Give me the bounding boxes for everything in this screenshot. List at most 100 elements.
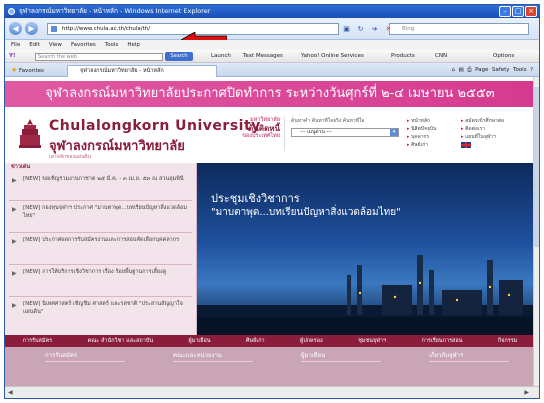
link-students[interactable]: นิสิตปัจจุบัน xyxy=(407,125,436,133)
home-icon[interactable]: ⌂ xyxy=(451,67,455,73)
subnav-about[interactable]: เกี่ยวกับจุฬาฯ xyxy=(429,350,463,360)
compat-icon[interactable]: ▣ xyxy=(341,23,352,35)
nav-admission[interactable]: การรับสมัคร xyxy=(23,335,52,347)
browser-window: จุฬาลงกรณ์มหาวิทยาลัย - หน้าหลัก - Windo… xyxy=(4,4,540,399)
nav-community[interactable]: ชุมชนจุฬาฯ xyxy=(358,335,386,347)
toolbar-launch[interactable]: Launch xyxy=(211,50,231,63)
news-text: [NEW] กองทุนจุฬาฯ ประกาศ "มาบตาพุด...บทเ… xyxy=(23,205,187,219)
window-controls: – □ × xyxy=(499,6,537,17)
subnav-visitors[interactable]: ผู้มาเยือน xyxy=(301,350,325,360)
nav-visitors[interactable]: ผู้มาเยือน xyxy=(188,335,210,347)
subnav-faculties[interactable]: คณะและหน่วยงาน xyxy=(173,350,222,360)
cmd-safety[interactable]: Safety xyxy=(492,67,510,73)
promo-line2: ต้นคิดหนี้ xyxy=(248,124,280,133)
refresh-icon[interactable]: ↻ xyxy=(355,23,366,35)
web-page: จุฬาลงกรณ์มหาวิทยาลัยประกาศปิดทำการ ระหว… xyxy=(5,77,535,388)
news-item[interactable]: ▶ [NEW] ประกาศผลการรับสมัครงานและการสอบค… xyxy=(9,236,192,265)
title-bar: จุฬาลงกรณ์มหาวิทยาลัย - หน้าหลัก - Windo… xyxy=(5,5,539,18)
star-icon: ★ xyxy=(11,66,18,74)
yahoo-search-button[interactable]: Search xyxy=(165,52,193,61)
toolbar-options[interactable]: Options xyxy=(493,50,514,63)
maximize-button[interactable]: □ xyxy=(512,6,524,17)
toolbar-products[interactable]: Products xyxy=(391,50,415,63)
window-title: จุฬาลงกรณ์มหาวิทยาลัย - หน้าหลัก - Windo… xyxy=(19,7,211,15)
promo-line1: มหาวิทยาลัย xyxy=(250,117,280,123)
news-text: [NEW] นิเทศศาสตร์ เชิญชิม ศาสตร์ และรสชา… xyxy=(23,301,183,315)
toolbar-text-messages[interactable]: Text Messages xyxy=(243,50,283,63)
news-item[interactable]: ▶ [NEW] กองทุนจุฬาฯ ประกาศ "มาบตาพุด...บ… xyxy=(9,204,192,233)
news-text: [NEW] ประกาศผลการรับสมัครงานและการสอบคัด… xyxy=(23,237,180,243)
favorites-button[interactable]: ★ Favorites xyxy=(11,63,44,78)
vertical-scrollbar[interactable] xyxy=(533,77,539,388)
link-home[interactable]: หน้าหลัก xyxy=(407,117,436,125)
nav-parents[interactable]: ผู้ปกครอง xyxy=(300,335,323,347)
subnav-divider xyxy=(301,361,381,362)
favorites-bar: ★ Favorites จุฬาลงกรณ์มหาวิทยาลัย - หน้า… xyxy=(5,63,539,77)
link-staff[interactable]: บุคลากร xyxy=(407,133,436,141)
minimize-button[interactable]: – xyxy=(499,6,511,17)
scroll-left-icon[interactable]: ◀ xyxy=(8,387,13,398)
help-icon[interactable]: ? xyxy=(530,67,533,73)
toolbar-cnn[interactable]: CNN xyxy=(435,50,447,63)
logo-english[interactable]: Chulalongkorn University xyxy=(49,118,261,134)
link-contact[interactable]: ติดต่อเรา xyxy=(461,125,504,133)
yahoo-logo[interactable]: Y! xyxy=(9,50,16,63)
promo-box[interactable]: มหาวิทยาลัย ต้นคิดหนี้ ของประเทศไทย xyxy=(237,117,285,151)
yahoo-toolbar: Y! Search the web Search Launch Text Mes… xyxy=(5,50,539,63)
sub-nav: การรับสมัคร คณะและหน่วยงาน ผู้มาเยือน เก… xyxy=(5,347,535,387)
nav-activities[interactable]: กิจกรรม xyxy=(498,335,517,347)
tab-current[interactable]: จุฬาลงกรณ์มหาวิทยาลัย - หน้าหลัก xyxy=(67,65,217,77)
link-map[interactable]: แผนที่ในจุฬาฯ xyxy=(461,133,504,141)
arrow-right-icon: ▶ xyxy=(12,238,17,245)
toolbar-online-services[interactable]: Yahoo! Online Services xyxy=(301,50,364,63)
scroll-right-icon[interactable]: ▶ xyxy=(524,387,529,398)
menu-view[interactable]: View xyxy=(49,40,62,50)
yahoo-search-input[interactable]: Search the web xyxy=(35,53,163,61)
news-item[interactable]: ▶ [NEW] การให้บริการเชิงวิชาการ เรื่อง ร… xyxy=(9,268,192,297)
horizontal-scrollbar[interactable]: ◀ ▶ xyxy=(5,386,539,398)
announcement-banner[interactable]: จุฬาลงกรณ์มหาวิทยาลัยประกาศปิดทำการ ระหว… xyxy=(5,81,535,107)
scrollbar-thumb[interactable] xyxy=(534,87,539,247)
menu-edit[interactable]: Edit xyxy=(29,40,40,50)
news-text: [NEW] ขอเชิญร่วมงานกาชาด ๒๕ มี.ค. - ๓ เม… xyxy=(23,176,184,182)
feeds-icon[interactable]: ▤ xyxy=(458,67,463,73)
news-item[interactable]: ▶ [NEW] นิเทศศาสตร์ เชิญชิม ศาสตร์ และรส… xyxy=(9,300,192,329)
subnav-admission[interactable]: การรับสมัคร xyxy=(45,350,77,360)
english-flag-button[interactable] xyxy=(461,141,504,149)
university-seal-icon[interactable] xyxy=(19,119,41,149)
menu-help[interactable]: Help xyxy=(127,40,140,50)
news-sidebar: ข่าวเด่น ▶ [NEW] ขอเชิญร่วมงานกาชาด ๒๕ ม… xyxy=(5,163,197,335)
command-bar: ⌂ ▤ ⎙ Page Safety Tools ? xyxy=(451,63,533,77)
menu-file[interactable]: File xyxy=(11,40,20,50)
subnav-divider xyxy=(45,361,125,362)
news-item[interactable]: ▶ [NEW] ขอเชิญร่วมงานกาชาด ๒๕ มี.ค. - ๓ … xyxy=(9,175,192,201)
logo-tagline: เสาหลักของแผ่นดิน xyxy=(49,154,92,160)
uk-flag-icon xyxy=(461,141,471,148)
arrow-right-icon: ▶ xyxy=(12,302,17,309)
quick-menu-select[interactable]: --- เมนูด่วน --- ▾ xyxy=(291,128,399,137)
go-icon[interactable]: ➔ xyxy=(369,23,380,35)
close-button[interactable]: × xyxy=(525,6,537,17)
link-admission[interactable]: สมัครเข้าศึกษาต่อ xyxy=(461,117,504,125)
bing-search-input[interactable]: Bing xyxy=(389,23,529,35)
cmd-page[interactable]: Page xyxy=(475,67,488,73)
ie-icon xyxy=(8,8,15,15)
forward-button[interactable]: ▶ xyxy=(25,22,38,35)
cmd-tools[interactable]: Tools xyxy=(513,67,527,73)
subnav-divider xyxy=(173,361,253,362)
promo-line3: ของประเทศไทย xyxy=(242,133,280,139)
print-icon[interactable]: ⎙ xyxy=(467,67,471,73)
nav-teaching[interactable]: การเรียนการสอน xyxy=(421,335,462,347)
menu-favorites[interactable]: Favorites xyxy=(71,40,96,50)
link-alumni[interactable]: ศิษย์เก่า xyxy=(407,141,436,149)
industrial-skyline-image xyxy=(197,255,535,335)
nav-alumni[interactable]: ศิษย์เก่า xyxy=(246,335,265,347)
quick-search-label: ค้นหาคำ ค้นหาที่ใจจริง ค้นหาที่ใจ xyxy=(291,118,365,124)
menu-tools[interactable]: Tools xyxy=(105,40,119,50)
quick-links-2: สมัครเข้าศึกษาต่อ ติดต่อเรา แผนที่ในจุฬา… xyxy=(461,117,504,149)
nav-faculties[interactable]: คณะ สำนักวิชา และสถาบัน xyxy=(88,335,154,347)
back-button[interactable]: ◀ xyxy=(9,22,22,35)
address-bar: ◀ ▶ http://www.chula.ac.th/chula/th/ ▣ ↻… xyxy=(5,18,539,48)
chevron-down-icon: ▾ xyxy=(390,129,398,136)
hero-banner[interactable]: ประชุมเชิงวิชาการ "มาบตาพุด...บทเรียนปัญ… xyxy=(197,163,535,335)
